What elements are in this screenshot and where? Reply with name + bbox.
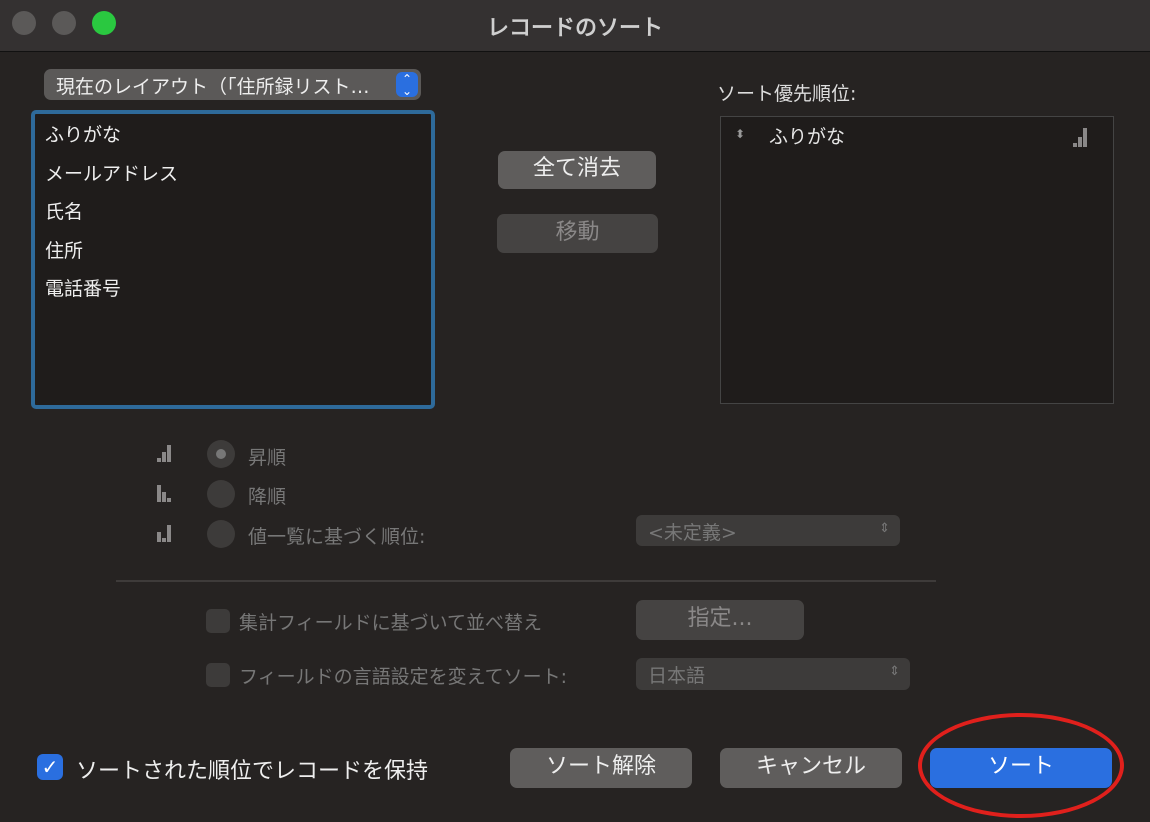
window-title: レコードのソート [486,16,663,41]
keep-order-label: ソートされた順位でレコードを保持 [76,759,429,784]
layout-popup[interactable]: 現在のレイアウト（「住所録リスト… ⌃ ⌄ [44,69,421,100]
ascending-icon [1073,128,1088,147]
sort-order-list[interactable]: ⬍ ふりがな [720,116,1114,404]
list-item[interactable]: ふりがな [45,120,421,159]
chevron-updown-icon: ⌃ ⌄ [396,72,418,97]
layout-popup-value: 現在のレイアウト（「住所録リスト… [56,76,370,98]
clear-all-button[interactable]: 全て消去 [498,151,656,189]
keep-order-checkbox[interactable]: ✓ [37,754,63,780]
value-list-label: 値一覧に基づく順位: [248,526,426,548]
sort-order-label: ソート優先順位: [717,83,857,105]
list-item[interactable]: 電話番号 [45,274,421,313]
list-item[interactable]: メールアドレス [45,159,421,198]
summary-checkbox[interactable] [206,609,230,633]
value-list-select-value: <未定義> [648,522,737,544]
chevron-updown-icon: ⇕ [879,521,890,536]
value-list-select[interactable]: <未定義> ⇕ [636,515,900,546]
move-button[interactable]: 移動 [497,214,658,253]
cancel-button[interactable]: キャンセル [720,748,902,788]
field-list[interactable]: ふりがな メールアドレス 氏名 住所 電話番号 [31,110,435,409]
highlight-ring [918,713,1124,818]
language-select-value: 日本語 [648,665,706,687]
drag-handle-icon[interactable]: ⬍ [735,127,745,141]
descending-icon [157,485,172,502]
value-list-radio[interactable] [207,520,235,548]
divider [116,580,936,582]
list-item[interactable]: 氏名 [45,197,421,236]
ascending-radio[interactable] [207,440,235,468]
unsort-button[interactable]: ソート解除 [510,748,692,788]
chevron-updown-icon: ⇕ [889,664,900,679]
sort-item-field[interactable]: ふりがな [769,122,845,149]
language-select[interactable]: 日本語 ⇕ [636,658,910,690]
descending-label: 降順 [248,486,287,508]
specify-button[interactable]: 指定... [636,600,804,640]
ascending-label: 昇順 [248,447,287,469]
list-item[interactable]: 住所 [45,236,421,275]
language-checkbox[interactable] [206,663,230,687]
summary-checkbox-label: 集計フィールドに基づいて並べ替え [239,612,543,634]
value-list-icon [157,525,172,542]
descending-radio[interactable] [207,480,235,508]
ascending-icon [157,445,172,462]
language-checkbox-label: フィールドの言語設定を変えてソート: [239,666,568,688]
